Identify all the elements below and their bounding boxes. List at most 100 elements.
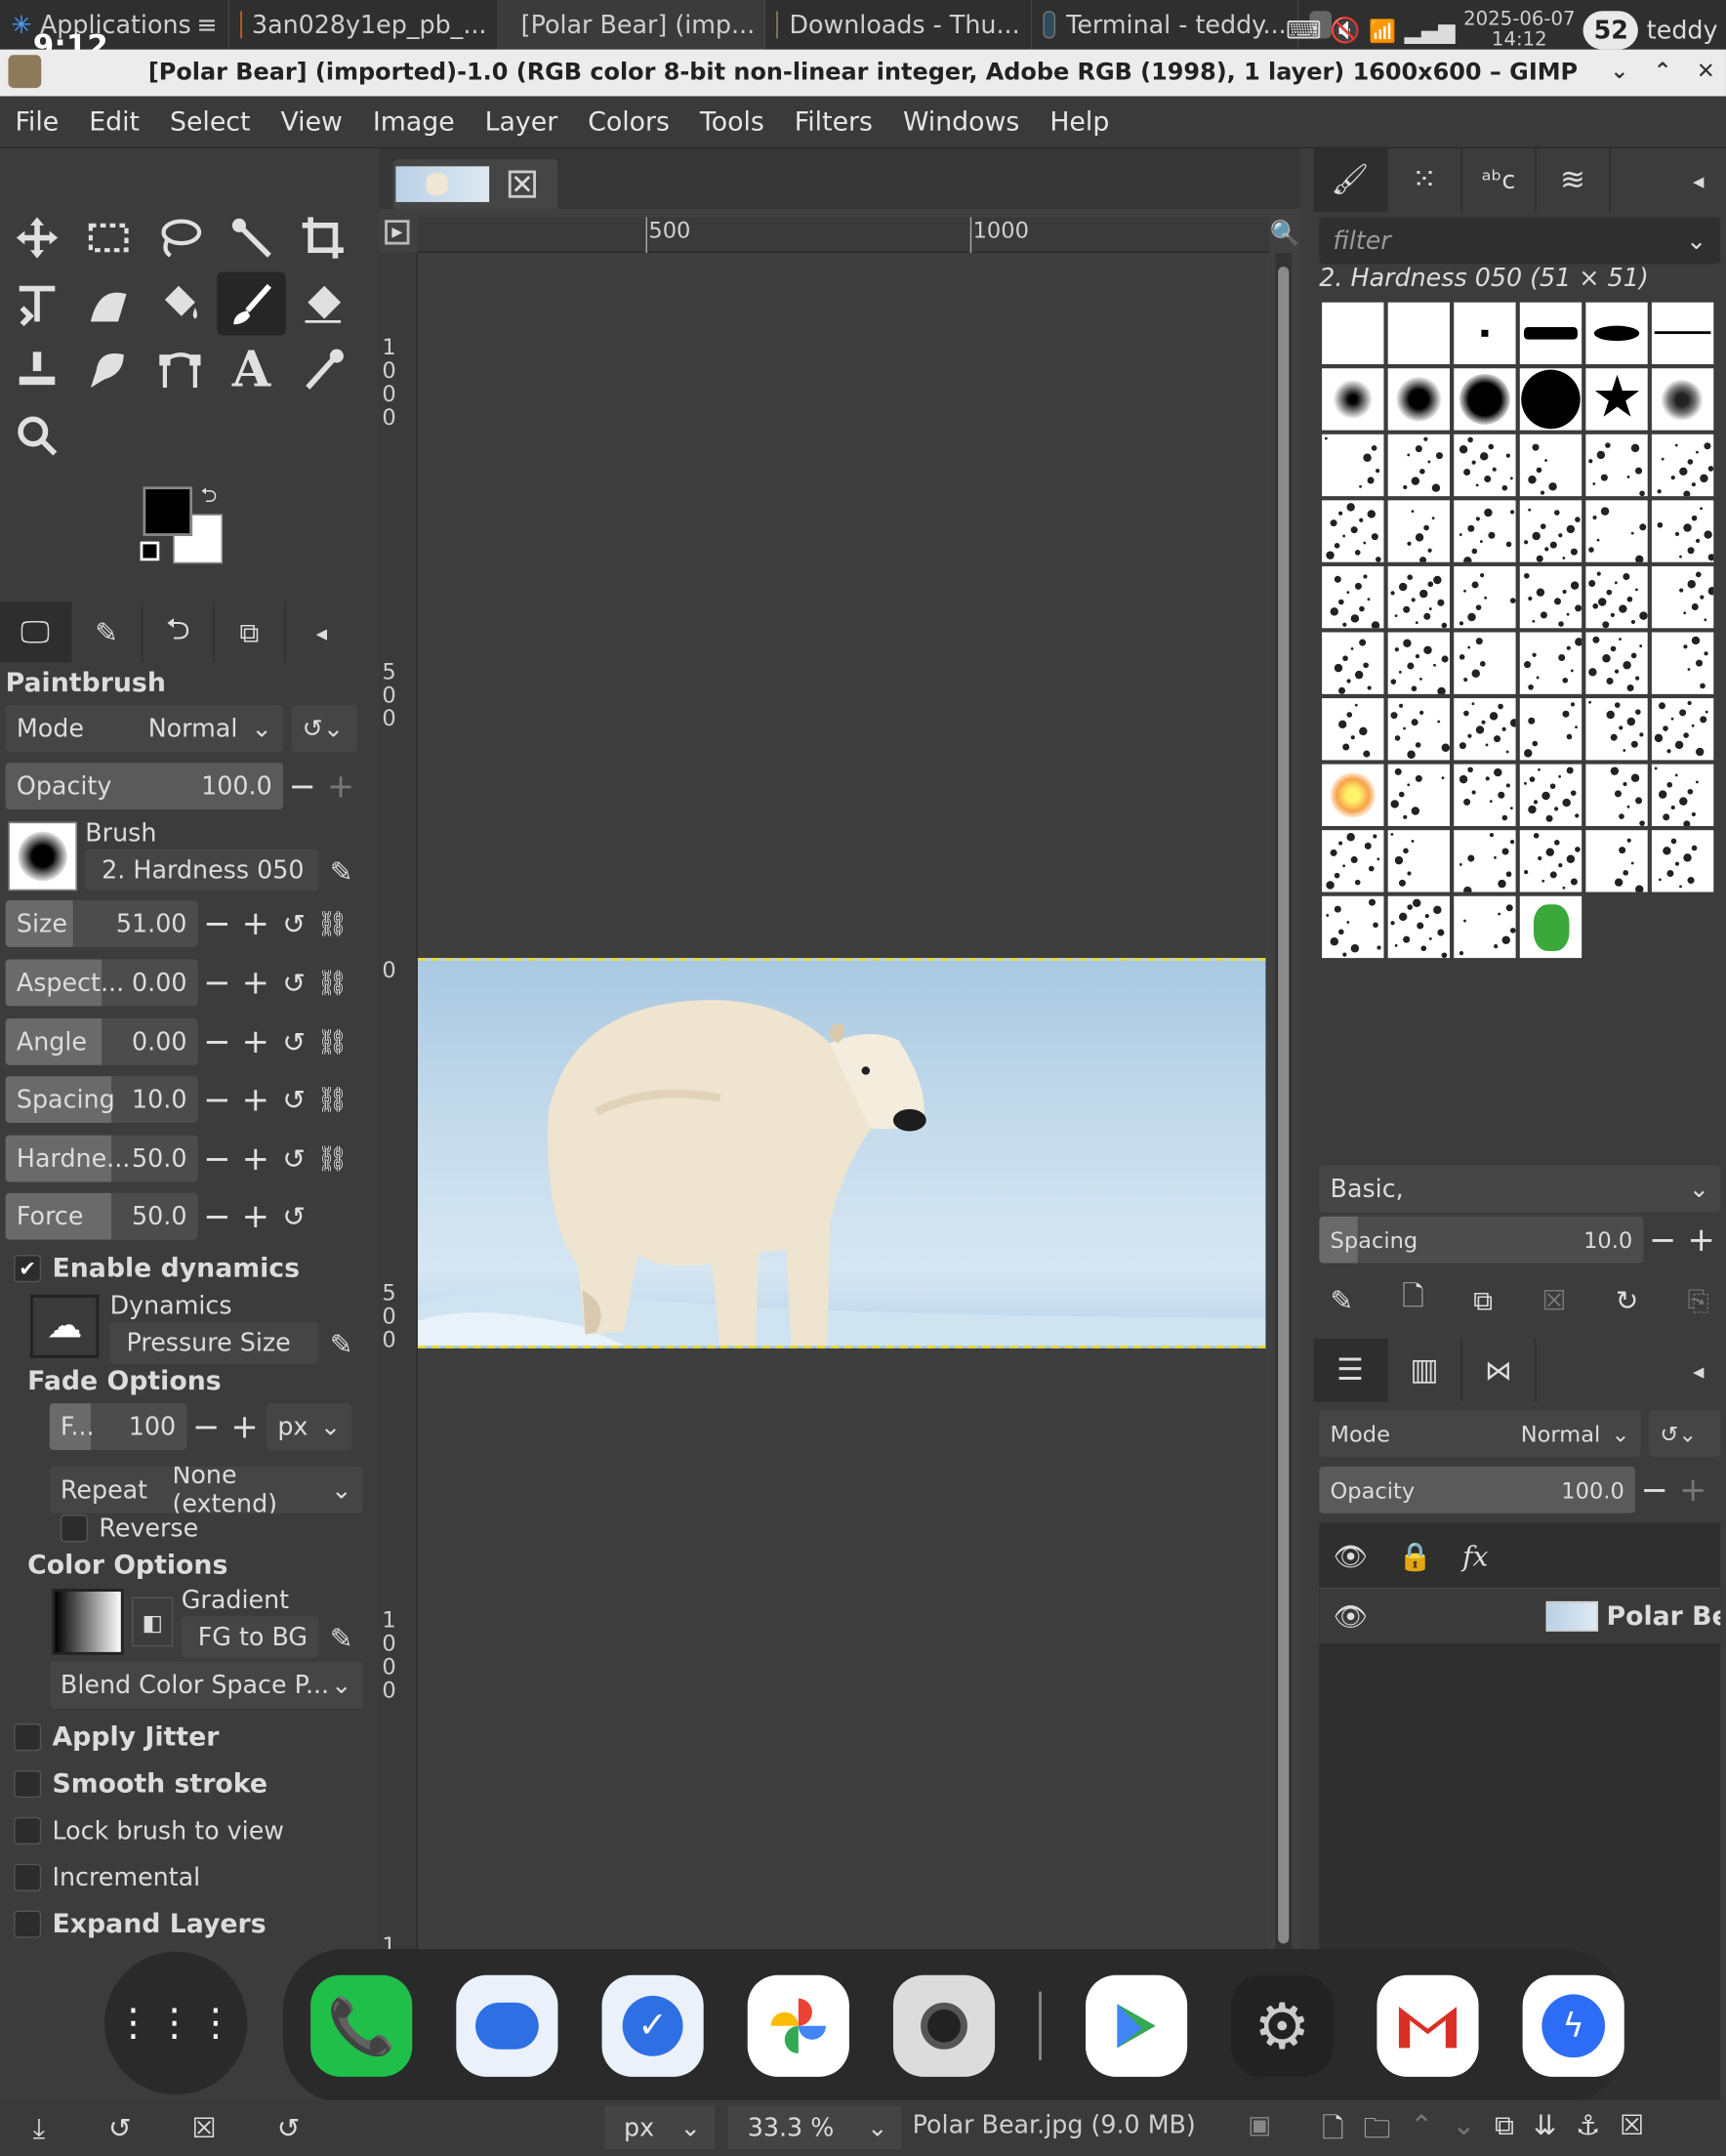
user-name[interactable]: teddy: [1647, 16, 1718, 45]
layer-mode-select[interactable]: Mode Normal ⌄: [1319, 1410, 1641, 1458]
brush-cell[interactable]: [1519, 368, 1582, 431]
tab-brushes[interactable]: 🖌: [1313, 148, 1388, 212]
smooth-stroke-checkbox[interactable]: [14, 1769, 42, 1799]
tab-document-history[interactable]: ≋: [1537, 148, 1611, 212]
brush-cell[interactable]: [1454, 632, 1516, 694]
brush-cell[interactable]: [1387, 698, 1451, 761]
layer-opacity-slider[interactable]: Opacity 100.0: [1319, 1466, 1636, 1513]
play-store-icon[interactable]: [1086, 1974, 1188, 2077]
anchor-layer-icon[interactable]: ⚓: [1576, 2108, 1600, 2155]
new-group-icon[interactable]: 🗀: [1363, 2108, 1390, 2155]
menu-windows[interactable]: Windows: [887, 106, 1034, 137]
brush-cell[interactable]: [1387, 632, 1451, 694]
fade-length-slider[interactable]: F... 100: [49, 1403, 187, 1451]
mode-reset-button[interactable]: ↺⌄: [291, 705, 357, 752]
menu-view[interactable]: View: [266, 106, 357, 137]
brush-cell[interactable]: [1387, 500, 1451, 562]
menu-tools[interactable]: Tools: [684, 106, 779, 137]
brush-cell[interactable]: [1454, 368, 1516, 431]
menu-image[interactable]: Image: [357, 106, 470, 137]
export-icon[interactable]: ⤓: [33, 2111, 45, 2144]
brush-cell[interactable]: [1651, 632, 1714, 694]
edit-dynamics-icon[interactable]: ✎: [330, 1328, 353, 1361]
spacing-slider[interactable]: Spacing 10.0: [5, 1076, 198, 1124]
dynamics-preview[interactable]: ☁: [29, 1294, 100, 1358]
brush-cell[interactable]: [1454, 434, 1516, 497]
brush-cell[interactable]: [1651, 830, 1714, 892]
swap-colors-icon[interactable]: ⮌: [201, 481, 218, 516]
angle-slider[interactable]: Angle 0.00: [5, 1018, 198, 1065]
spacing-reset-icon[interactable]: ↺: [275, 1076, 313, 1123]
foreground-color-swatch[interactable]: [143, 486, 193, 536]
size-slider[interactable]: Size 51.00: [5, 899, 198, 947]
brush-filter-input[interactable]: filter ⌄: [1319, 217, 1721, 265]
brush-cell[interactable]: [1322, 632, 1384, 694]
navigate-icon[interactable]: ▣: [1248, 2111, 1271, 2140]
brush-cell[interactable]: [1519, 830, 1582, 892]
bucket-fill-icon[interactable]: [145, 272, 214, 336]
spacing-plus-button[interactable]: +: [236, 1076, 274, 1123]
raise-layer-icon[interactable]: ⌃: [1410, 2108, 1433, 2155]
brush-cell[interactable]: [1454, 698, 1516, 761]
brush-cell[interactable]: [1585, 764, 1648, 826]
all-apps-button[interactable]: ⋮⋮⋮: [103, 1951, 248, 2095]
gradient-name-field[interactable]: FG to BG: [181, 1616, 319, 1658]
blend-space-select[interactable]: Blend Color Space P... ⌄: [49, 1661, 363, 1709]
keyboard-icon[interactable]: ⌨: [1286, 16, 1322, 45]
apply-jitter-row[interactable]: Apply Jitter: [14, 1713, 219, 1762]
brush-cell[interactable]: [1454, 565, 1516, 629]
unified-transform-icon[interactable]: [3, 272, 71, 336]
menu-edit[interactable]: Edit: [74, 106, 155, 137]
restore-icon[interactable]: ↺: [277, 2111, 301, 2144]
size-minus-button[interactable]: −: [198, 900, 236, 947]
brush-spacing-minus[interactable]: −: [1643, 1217, 1681, 1264]
aspect-plus-button[interactable]: +: [236, 960, 274, 1007]
tab-layers[interactable]: ☰: [1313, 1339, 1388, 1402]
layer-name[interactable]: Polar Bear: [1606, 1601, 1720, 1632]
size-link-icon[interactable]: ⛓: [313, 900, 351, 947]
enable-dynamics-checkbox[interactable]: ✔: [14, 1255, 42, 1283]
scrollbar-thumb[interactable]: [1278, 267, 1290, 1944]
close-icon[interactable]: ✕: [1697, 58, 1715, 84]
layer-opacity-plus[interactable]: +: [1673, 1467, 1711, 1513]
lower-layer-icon[interactable]: ⌄: [1453, 2108, 1476, 2155]
brush-cell[interactable]: [1454, 302, 1516, 365]
tab-patterns[interactable]: ⁙: [1388, 148, 1462, 212]
brush-cell[interactable]: [1585, 830, 1648, 892]
move-tool-icon[interactable]: [3, 206, 71, 270]
brush-cell[interactable]: [1322, 500, 1384, 562]
fade-unit-select[interactable]: px ⌄: [267, 1403, 352, 1451]
lock-brush-checkbox[interactable]: [14, 1816, 42, 1845]
tab-device-status[interactable]: ✎: [71, 601, 144, 663]
reset-view-icon[interactable]: ↺: [108, 2111, 132, 2144]
task-files[interactable]: Downloads - Thu...: [765, 0, 1033, 50]
fg-bg-colors[interactable]: ⮌: [140, 482, 225, 568]
menu-help[interactable]: Help: [1035, 106, 1125, 137]
brush-spacing-plus[interactable]: +: [1682, 1217, 1720, 1264]
brush-cell[interactable]: [1387, 830, 1451, 892]
photos-app-icon[interactable]: [747, 1974, 849, 2077]
layer-mode-reset[interactable]: ↺⌄: [1649, 1410, 1721, 1458]
mode-select[interactable]: Mode Normal ⌄: [5, 705, 283, 752]
brush-cell[interactable]: [1651, 500, 1714, 562]
color-picker-icon[interactable]: [289, 338, 357, 401]
brush-cell[interactable]: [1585, 698, 1648, 761]
brush-preview[interactable]: [8, 821, 77, 891]
expand-layers-checkbox[interactable]: [14, 1910, 42, 1938]
spacing-link-icon[interactable]: ⛓: [313, 1076, 351, 1123]
smudge-icon[interactable]: [74, 338, 143, 401]
reverse-checkbox[interactable]: [60, 1514, 89, 1543]
menu-colors[interactable]: Colors: [573, 106, 685, 137]
camera-app-icon[interactable]: [892, 1974, 996, 2077]
brush-cell[interactable]: [1519, 302, 1582, 365]
brush-cell[interactable]: [1387, 895, 1451, 959]
brush-cell[interactable]: [1651, 368, 1714, 431]
paintbrush-tool-icon[interactable]: [217, 271, 286, 336]
aspect-slider[interactable]: Aspect... 0.00: [5, 959, 198, 1007]
zoom-select[interactable]: 33.3 % ⌄: [728, 2105, 902, 2150]
brush-cell[interactable]: [1519, 500, 1582, 562]
configure-tab-button[interactable]: ◂: [286, 602, 357, 663]
smooth-stroke-row[interactable]: Smooth stroke: [14, 1760, 267, 1809]
edit-brush-icon[interactable]: ✎: [1331, 1284, 1354, 1317]
brush-cell[interactable]: [1387, 434, 1451, 497]
